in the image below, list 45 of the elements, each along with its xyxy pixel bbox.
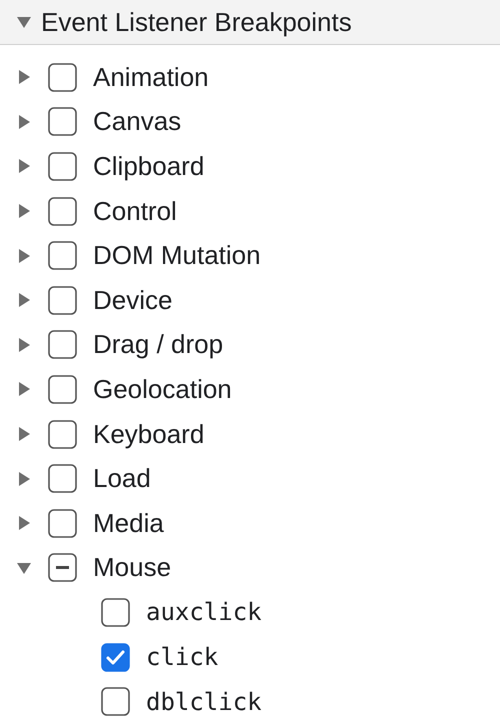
triangle-icon[interactable] (17, 427, 31, 442)
section-title: Event Listener Breakpoints (41, 6, 352, 38)
checkbox[interactable] (48, 196, 77, 226)
checkbox-label: Media (93, 508, 164, 539)
checkbox[interactable] (48, 107, 77, 136)
triangle-icon[interactable] (17, 293, 31, 308)
checkbox-label: click (146, 643, 218, 672)
triangle-icon[interactable] (17, 70, 31, 84)
checkbox[interactable] (101, 687, 130, 716)
checkbox[interactable] (48, 420, 77, 449)
checkbox-label: dblclick (146, 688, 262, 716)
checkbox-label: Keyboard (93, 418, 204, 450)
checkbox[interactable] (48, 508, 77, 538)
triangle-icon[interactable] (17, 472, 31, 486)
checkbox-label: Animation (93, 62, 209, 93)
checkbox[interactable] (48, 241, 77, 270)
checkbox[interactable] (48, 330, 77, 360)
checkbox-label: Mouse (93, 552, 172, 584)
triangle-icon[interactable] (17, 382, 31, 396)
triangle-icon[interactable] (17, 248, 31, 263)
checkbox[interactable] (48, 62, 77, 92)
triangle-icon[interactable] (17, 560, 31, 575)
checkbox-label: Clipboard (93, 150, 204, 182)
checkbox-label: DOM Mutation (93, 240, 261, 272)
triangle-icon[interactable] (17, 114, 31, 129)
checkbox[interactable] (48, 152, 77, 181)
triangle-icon[interactable] (17, 516, 31, 530)
checkbox-label: Drag / drop (93, 329, 224, 360)
checkbox-label: Device (93, 284, 172, 316)
checkbox[interactable] (48, 553, 77, 582)
checkbox-label: Load (93, 463, 151, 494)
checkbox-label: auxclick (146, 598, 262, 626)
checkbox-label: Geolocation (93, 374, 232, 405)
checkbox[interactable] (48, 374, 77, 404)
checkbox[interactable] (48, 286, 77, 315)
checkbox-label: Control (93, 196, 177, 227)
checkbox[interactable] (101, 642, 130, 672)
triangle-icon[interactable] (17, 159, 31, 174)
checkbox[interactable] (101, 598, 130, 627)
section-header[interactable]: Event Listener Breakpoints (0, 0, 500, 45)
triangle-icon[interactable] (17, 15, 31, 29)
triangle-icon[interactable] (17, 204, 31, 218)
checkbox-label: Canvas (93, 106, 182, 138)
checkbox[interactable] (48, 464, 77, 494)
triangle-icon[interactable] (17, 338, 31, 352)
